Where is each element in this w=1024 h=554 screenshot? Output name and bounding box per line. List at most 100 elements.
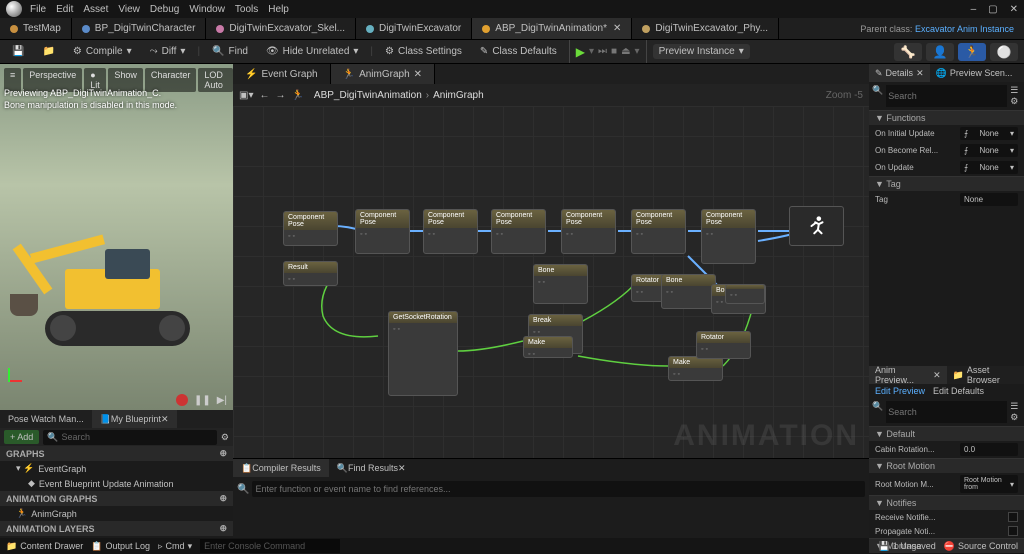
- hide-unrelated-button[interactable]: 👁 Hide Unrelated ▾: [260, 44, 364, 59]
- animgraph-item[interactable]: 🏃 AnimGraph: [0, 506, 233, 521]
- graph-node[interactable]: Component Pose◦ ◦: [561, 209, 616, 254]
- save-button[interactable]: 💾: [6, 44, 30, 59]
- class-settings-button[interactable]: ⚙ Class Settings: [379, 44, 468, 59]
- mode-mesh-button[interactable]: 👤: [926, 43, 954, 61]
- menu-debug[interactable]: Debug: [150, 4, 179, 15]
- eventgraph-tab[interactable]: ⚡ Event Graph: [233, 64, 331, 84]
- graph-node[interactable]: Component Pose◦ ◦: [423, 209, 478, 254]
- browse-button[interactable]: 📁: [36, 44, 60, 59]
- graph-node[interactable]: Make◦ ◦: [523, 336, 573, 358]
- diff-button[interactable]: ⤳ Diff ▾: [144, 44, 192, 59]
- graph-node[interactable]: Component Pose◦ ◦: [701, 209, 756, 264]
- graph-node[interactable]: Bone◦ ◦: [533, 264, 588, 304]
- compiler-results-tab[interactable]: 📋 Compiler Results: [233, 459, 329, 477]
- content-drawer-button[interactable]: 📁 Content Drawer: [6, 541, 83, 552]
- functions-section[interactable]: ▼ Functions: [869, 110, 1024, 125]
- settings-icon[interactable]: ⚙: [221, 432, 229, 443]
- pose-watch-tab[interactable]: Pose Watch Man...: [0, 410, 92, 428]
- graph-node[interactable]: GetSocketRotation◦ ◦: [388, 311, 458, 396]
- mode-physics-button[interactable]: ⚪: [990, 43, 1018, 61]
- history-dropdown[interactable]: ▣▾: [239, 90, 253, 101]
- nav-back[interactable]: ←: [259, 90, 269, 101]
- graph-node[interactable]: Rotator◦ ◦: [696, 331, 751, 359]
- event-item[interactable]: ◆ Event Blueprint Update Animation: [0, 476, 233, 491]
- doc-tab[interactable]: BP_DigiTwinCharacter: [72, 18, 207, 39]
- eject-button[interactable]: ⏏: [621, 46, 630, 57]
- mode-skeleton-button[interactable]: 🦴: [894, 43, 922, 61]
- mode-animation-button[interactable]: 🏃: [958, 43, 986, 61]
- filter-icon[interactable]: ☰ ⚙: [1010, 85, 1021, 107]
- class-defaults-button[interactable]: ✎ Class Defaults: [474, 44, 563, 59]
- onbecome-dropdown[interactable]: ⨍ None ▾: [960, 144, 1018, 157]
- graph-node[interactable]: Component Pose◦ ◦: [283, 211, 338, 246]
- preview-viewport[interactable]: ≡ Perspective ● Lit Show Character LOD A…: [0, 64, 233, 410]
- menu-view[interactable]: View: [118, 4, 140, 15]
- maximize-icon[interactable]: ▢: [988, 4, 997, 15]
- output-pose-node[interactable]: [789, 206, 844, 246]
- breadcrumb-root[interactable]: ABP_DigiTwinAnimation: [314, 90, 422, 101]
- find-button[interactable]: 🔍 Find: [206, 44, 254, 59]
- play-button[interactable]: ▶: [576, 45, 585, 59]
- doc-tab[interactable]: DigiTwinExcavator_Skel...: [206, 18, 356, 39]
- add-button[interactable]: + Add: [4, 430, 39, 444]
- tag-section[interactable]: ▼ Tag: [869, 176, 1024, 191]
- details-tab[interactable]: ✎ Details ✕: [869, 64, 930, 82]
- pause-icon[interactable]: ❚❚: [194, 395, 211, 406]
- menu-asset[interactable]: Asset: [83, 4, 108, 15]
- compile-button[interactable]: ⚙ Compile ▾: [67, 44, 138, 59]
- edit-preview-button[interactable]: Edit Preview: [875, 386, 925, 396]
- nav-fwd[interactable]: →: [275, 90, 285, 101]
- stop-button[interactable]: ■: [611, 46, 617, 57]
- find-input[interactable]: [252, 481, 865, 497]
- menu-help[interactable]: Help: [268, 4, 289, 15]
- menu-tools[interactable]: Tools: [235, 4, 258, 15]
- minimize-icon[interactable]: –: [971, 4, 977, 15]
- cabin-rotation-field[interactable]: 0.0: [960, 443, 1018, 456]
- preview-instance-dropdown[interactable]: Preview Instance ▾: [653, 44, 750, 59]
- output-log-button[interactable]: 📋 Output Log: [91, 541, 150, 552]
- rootmotion-dropdown[interactable]: Root Motion from ▾: [960, 475, 1018, 493]
- graph-node[interactable]: ◦ ◦: [725, 284, 765, 304]
- asset-browser-tab[interactable]: 📁 Asset Browser: [947, 366, 1024, 384]
- rootmotion-section[interactable]: ▼ Root Motion: [869, 458, 1024, 473]
- graph-node[interactable]: Component Pose◦ ◦: [491, 209, 546, 254]
- notifies-section[interactable]: ▼ Notifies: [869, 495, 1024, 510]
- doc-tab[interactable]: TestMap: [0, 18, 72, 39]
- tag-field[interactable]: None: [960, 193, 1018, 206]
- parent-class-link[interactable]: Excavator Anim Instance: [915, 24, 1014, 34]
- my-blueprint-tab[interactable]: 📘 My Blueprint ✕: [92, 410, 177, 428]
- menu-edit[interactable]: Edit: [56, 4, 73, 15]
- next-icon[interactable]: ▶|: [217, 395, 227, 406]
- eventgraph-item[interactable]: ▾ ⚡ EventGraph: [0, 461, 233, 476]
- animlayers-section[interactable]: ANIMATION LAYERS⊕: [0, 521, 233, 536]
- doc-tab[interactable]: DigiTwinExcavator_Phy...: [632, 18, 779, 39]
- source-control-button[interactable]: ⛔ Source Control: [944, 541, 1018, 552]
- preview-search[interactable]: [886, 401, 1007, 423]
- anim-preview-tab[interactable]: Anim Preview... ✕: [869, 366, 947, 384]
- default-section[interactable]: ▼ Default: [869, 426, 1024, 441]
- oninit-dropdown[interactable]: ⨍ None ▾: [960, 127, 1018, 140]
- blueprint-search[interactable]: 🔍 Search: [43, 430, 217, 445]
- doc-tab[interactable]: DigiTwinExcavator: [356, 18, 472, 39]
- graph-node[interactable]: Result◦ ◦: [283, 261, 338, 286]
- menu-window[interactable]: Window: [189, 4, 225, 15]
- console-input[interactable]: Enter Console Command: [200, 539, 340, 553]
- menu-file[interactable]: File: [30, 4, 46, 15]
- vp-lod-button[interactable]: LOD Auto: [198, 68, 233, 92]
- doc-tab-active[interactable]: ABP_DigiTwinAnimation*✕: [472, 18, 632, 39]
- cmd-dropdown[interactable]: ▹Cmd ▾: [158, 541, 192, 552]
- skipframe-button[interactable]: ⏭: [598, 46, 607, 57]
- record-button[interactable]: [176, 394, 188, 406]
- details-search[interactable]: [886, 85, 1007, 107]
- graphs-section[interactable]: GRAPHS⊕: [0, 446, 233, 461]
- graph-node[interactable]: Component Pose◦ ◦: [355, 209, 410, 254]
- receive-checkbox[interactable]: [1008, 512, 1018, 522]
- graph-node[interactable]: Component Pose◦ ◦: [631, 209, 686, 254]
- graph-canvas[interactable]: Component Pose◦ ◦ Result◦ ◦ Component Pose…: [233, 106, 869, 458]
- find-results-tab[interactable]: 🔍 Find Results ✕: [329, 459, 414, 477]
- edit-defaults-button[interactable]: Edit Defaults: [933, 386, 984, 396]
- animgraphs-section[interactable]: ANIMATION GRAPHS⊕: [0, 491, 233, 506]
- graph-node[interactable]: Bone◦ ◦: [661, 274, 716, 309]
- animgraph-tab[interactable]: 🏃 AnimGraph ✕: [331, 64, 435, 84]
- unsaved-button[interactable]: 💾 1 Unsaved: [879, 541, 936, 552]
